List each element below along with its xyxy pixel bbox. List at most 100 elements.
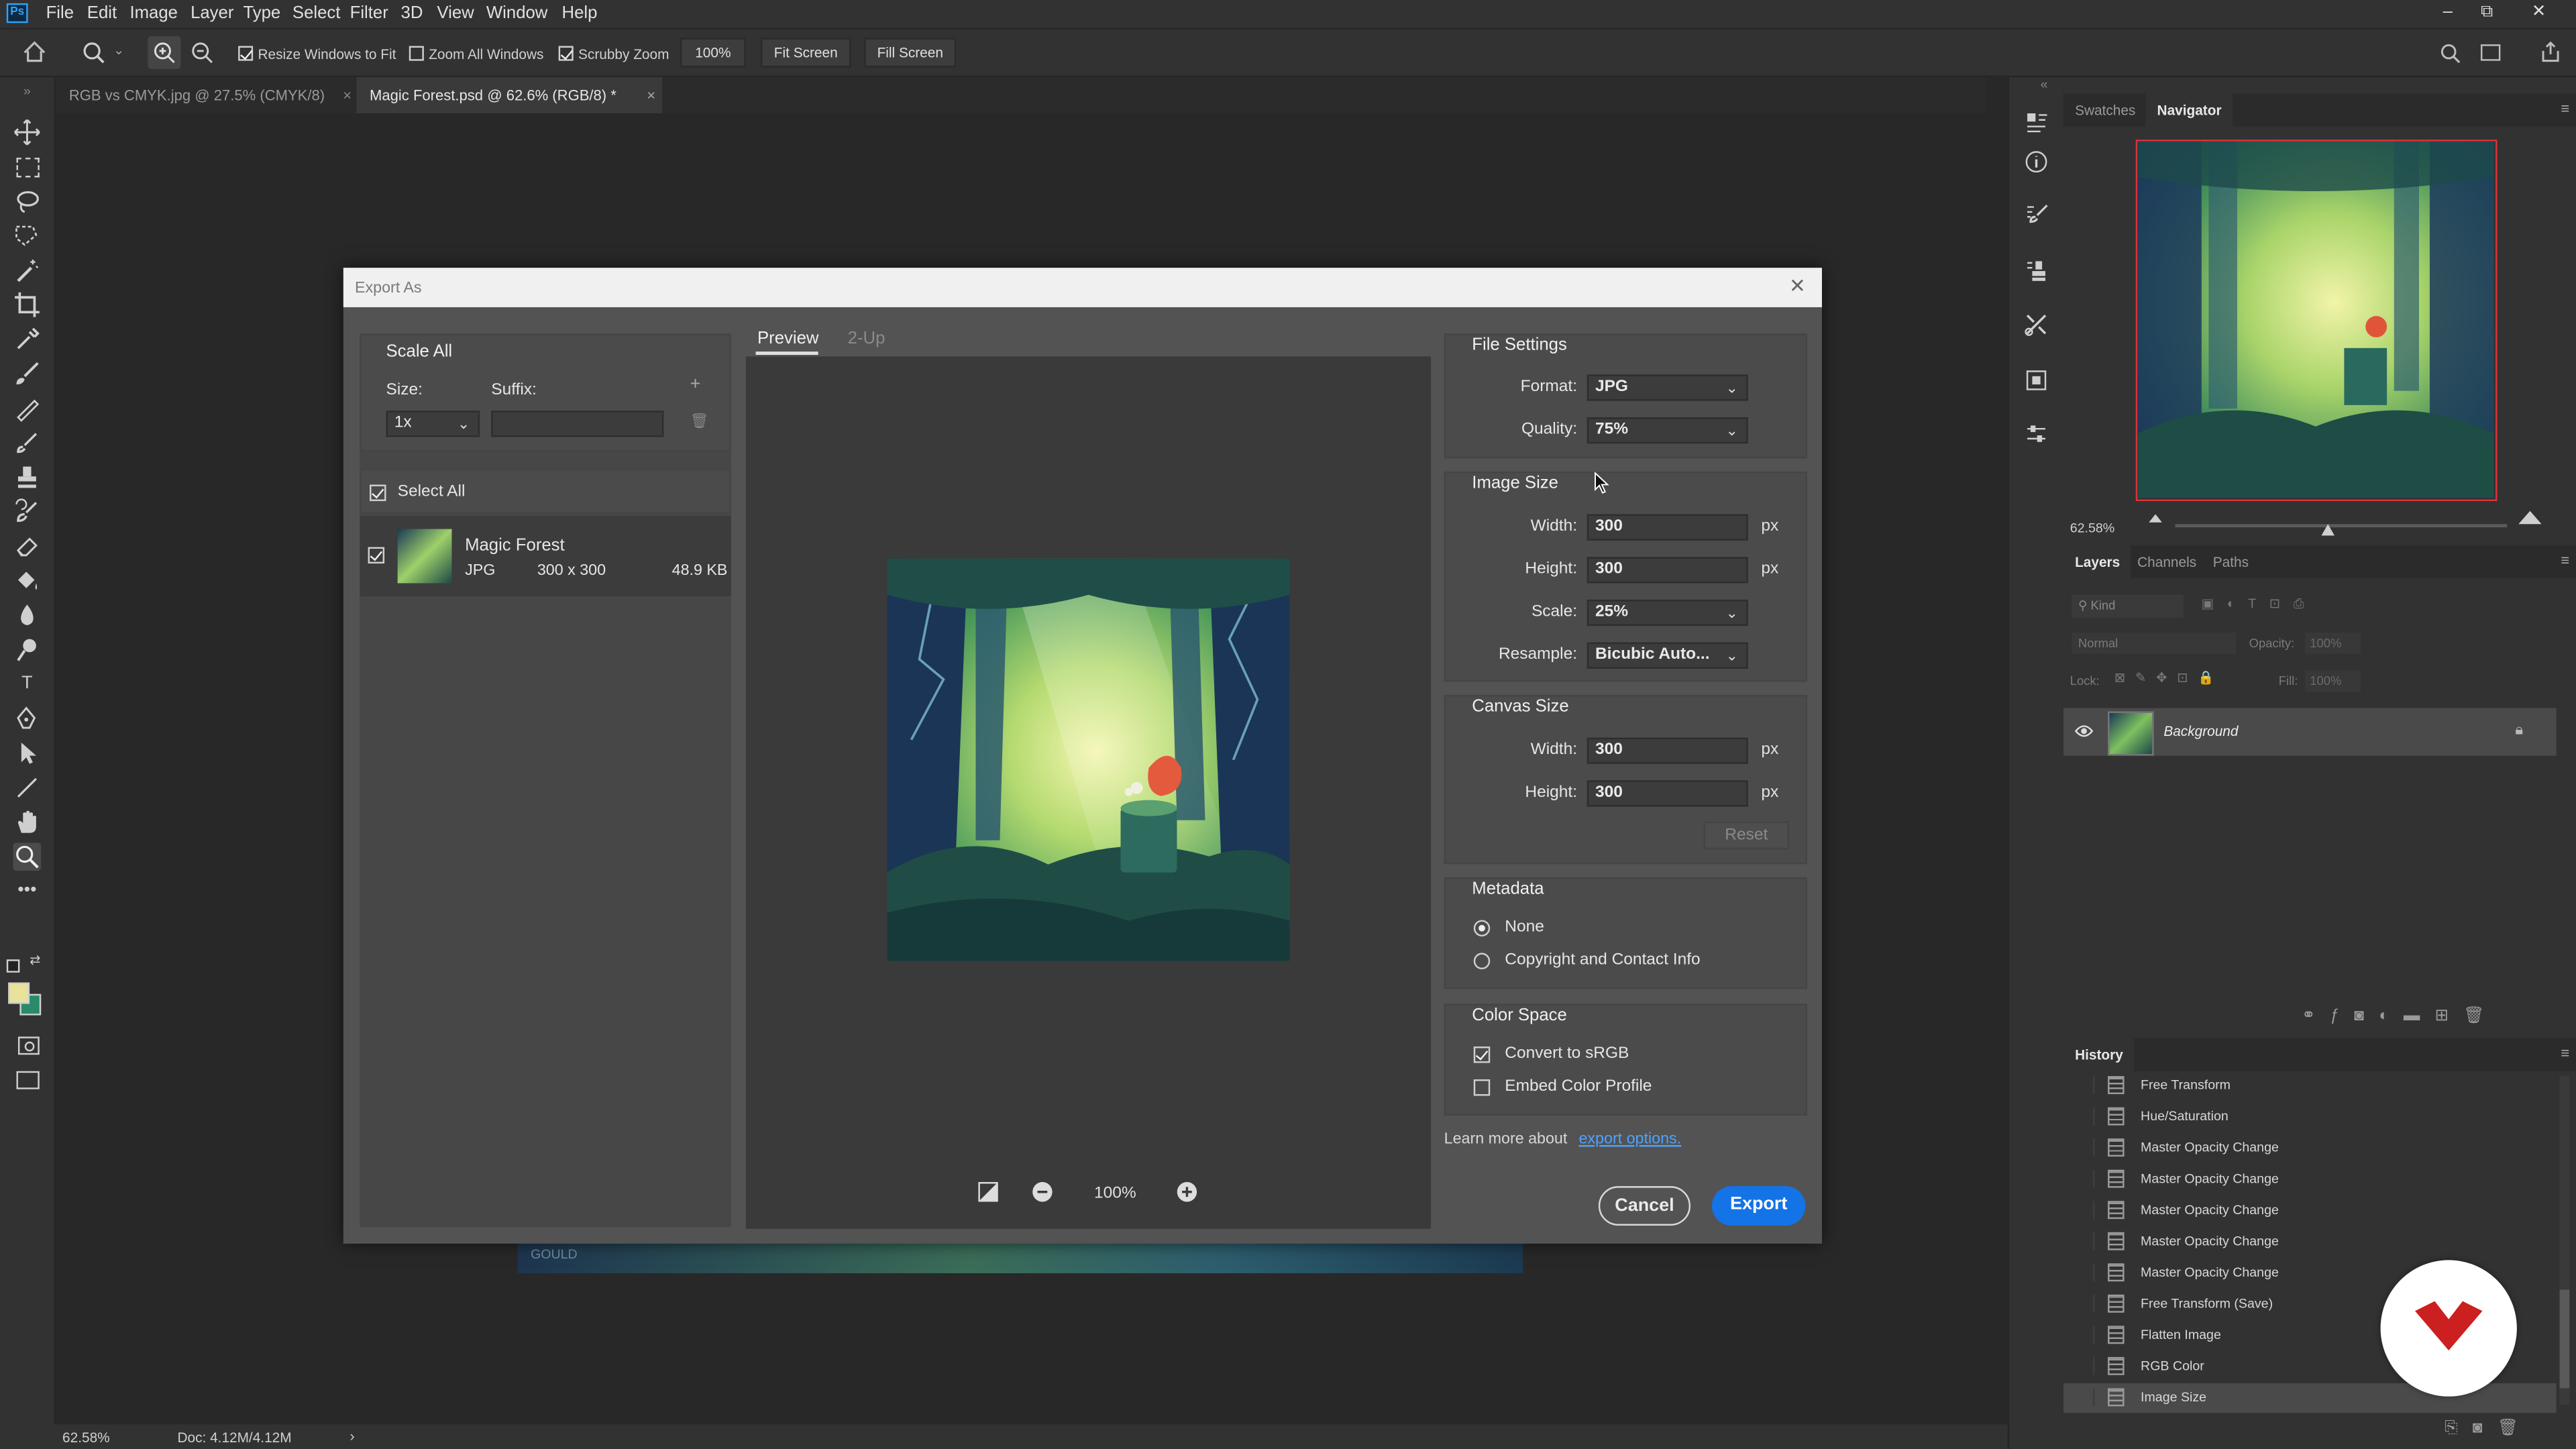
lasso-tool-icon[interactable]	[13, 187, 42, 215]
pen-tool-icon[interactable]	[13, 705, 42, 733]
navigator-thumbnail[interactable]	[2135, 140, 2498, 501]
blur-tool-icon[interactable]	[13, 601, 42, 629]
fit-screen-button[interactable]: Fit Screen	[760, 38, 851, 68]
clone-source-icon[interactable]	[2024, 258, 2049, 282]
dialog-close-button[interactable]: ✕	[1789, 274, 1806, 297]
blend-mode-select[interactable]: Normal	[2072, 632, 2237, 654]
share-icon[interactable]	[2540, 41, 2561, 62]
resize-windows-checkbox[interactable]	[238, 46, 254, 61]
image-width-input[interactable]: 300	[1587, 514, 1748, 541]
tab-swatches[interactable]: Swatches	[2063, 94, 2147, 127]
menu-view[interactable]: View	[437, 3, 474, 23]
lock-icon[interactable]: 🔒︎	[2515, 721, 2523, 739]
clone-stamp-tool-icon[interactable]	[13, 429, 42, 457]
menu-window[interactable]: Window	[486, 3, 547, 23]
marquee-tool-icon[interactable]	[13, 153, 42, 181]
libraries-icon[interactable]	[2024, 368, 2049, 393]
dodge-tool-icon[interactable]	[13, 636, 42, 664]
history-item[interactable]: Master Opacity Change	[2063, 1165, 2557, 1194]
menu-3d[interactable]: 3D	[401, 3, 423, 23]
resample-select[interactable]: Bicubic Auto... ⌄	[1587, 642, 1748, 669]
tab-history[interactable]: History	[2063, 1038, 2135, 1071]
navigator-zoom-value[interactable]: 62.58%	[2070, 521, 2114, 535]
trash-icon[interactable]: 🗑︎	[690, 413, 709, 431]
image-height-input[interactable]: 300	[1587, 557, 1748, 584]
paint-bucket-tool-icon[interactable]	[13, 567, 42, 595]
close-tab-icon[interactable]: ×	[647, 77, 655, 113]
canvas-width-input[interactable]: 300	[1587, 737, 1748, 764]
home-icon[interactable]	[23, 41, 46, 62]
layer-filter-icons[interactable]: ▣◐T⊡⎙	[2202, 596, 2317, 612]
reset-button[interactable]: Reset	[1703, 821, 1789, 850]
default-colors-icon[interactable]	[6, 959, 20, 973]
metadata-copyright-radio[interactable]	[1473, 953, 1491, 969]
quick-mask-icon[interactable]	[13, 1030, 42, 1059]
search-icon[interactable]	[2440, 43, 2461, 64]
layer-name[interactable]: Background	[2163, 723, 2238, 739]
chevron-down-icon[interactable]: ⌄	[113, 43, 124, 58]
close-tab-icon[interactable]: ×	[343, 77, 352, 113]
zoom-100-button[interactable]: 100%	[680, 38, 746, 68]
collapse-panels-icon[interactable]: «	[2041, 77, 2048, 92]
menu-select[interactable]: Select	[292, 3, 340, 23]
asset-row[interactable]: Magic Forest JPG 300 x 300 48.9 KB	[360, 515, 731, 596]
stamp-tool-icon[interactable]	[13, 464, 42, 492]
navigator-zoom-slider[interactable]	[2321, 524, 2335, 536]
lock-icons[interactable]: ⊠✎✥⊡🔒	[2114, 670, 2224, 685]
hand-tool-icon[interactable]	[13, 808, 42, 837]
tool-presets-icon[interactable]	[2024, 312, 2049, 337]
fill-input[interactable]: 100%	[2304, 670, 2361, 692]
tab-2-up[interactable]: 2-Up	[848, 329, 885, 348]
history-item[interactable]: Free Transform	[2063, 1071, 2557, 1101]
scale-select[interactable]: 25% ⌄	[1587, 599, 1748, 627]
eyedropper-tool-icon[interactable]	[13, 325, 42, 354]
restore-button[interactable]: ⧉	[2481, 1, 2493, 23]
workspace-icon[interactable]	[2480, 44, 2501, 61]
zoom-in-icon[interactable]	[148, 36, 181, 69]
navigator-zoom-out-icon[interactable]	[2149, 514, 2162, 523]
more-tools-icon[interactable]: •••	[13, 877, 42, 906]
navigator-zoom-in-icon[interactable]	[2518, 511, 2542, 525]
tab-layers[interactable]: Layers	[2063, 545, 2132, 579]
export-button[interactable]: Export	[1711, 1186, 1806, 1226]
brush-tool-icon[interactable]	[13, 360, 42, 388]
close-window-button[interactable]: ✕	[2532, 1, 2546, 21]
toggle-background-icon[interactable]	[977, 1181, 999, 1203]
magic-wand-tool-icon[interactable]	[13, 256, 42, 284]
tab-channels[interactable]: Channels	[2126, 545, 2208, 578]
zoom-out-icon[interactable]	[186, 36, 219, 69]
tab-rgb-vs-cmyk[interactable]: RGB vs CMYK.jpg @ 27.5% (CMYK/8) ×	[56, 77, 358, 113]
menu-image[interactable]: Image	[129, 3, 177, 23]
adjustments-icon[interactable]	[2024, 422, 2049, 447]
panel-menu-icon[interactable]: ≡	[2561, 100, 2569, 116]
navigator-zoom-track[interactable]	[2175, 524, 2508, 528]
brush-settings-icon[interactable]	[2024, 202, 2049, 227]
properties-icon[interactable]	[2024, 110, 2049, 135]
size-select[interactable]: 1x ⌄	[386, 411, 480, 437]
screen-mode-icon[interactable]	[13, 1065, 42, 1093]
path-selection-tool-icon[interactable]	[13, 739, 42, 767]
history-brush-tool-icon[interactable]	[13, 498, 42, 526]
layer-kind-filter[interactable]: ⚲ Kind	[2072, 594, 2184, 618]
eraser-tool-icon[interactable]	[13, 532, 42, 560]
preview-zoom-value[interactable]: 100%	[1094, 1185, 1136, 1203]
embed-profile-checkbox[interactable]	[1473, 1079, 1491, 1096]
menu-edit[interactable]: Edit	[87, 3, 117, 23]
info-icon[interactable]	[2024, 150, 2049, 174]
menu-filter[interactable]: Filter	[350, 3, 388, 23]
export-options-link[interactable]: export options.	[1578, 1130, 1681, 1148]
foreground-color-swatch[interactable]	[8, 982, 30, 1004]
history-item[interactable]: Master Opacity Change	[2063, 1134, 2557, 1163]
metadata-none-radio[interactable]	[1473, 920, 1491, 936]
convert-srgb-checkbox[interactable]	[1473, 1046, 1491, 1063]
history-item[interactable]: Master Opacity Change	[2063, 1227, 2557, 1256]
quality-select[interactable]: 75% ⌄	[1587, 417, 1748, 444]
menu-type[interactable]: Type	[243, 3, 280, 23]
canvas-height-input[interactable]: 300	[1587, 780, 1748, 807]
line-tool-icon[interactable]	[13, 773, 42, 802]
scrubby-zoom-checkbox[interactable]	[558, 46, 574, 61]
tab-paths[interactable]: Paths	[2202, 545, 2261, 578]
preview-area[interactable]: 100%	[745, 356, 1432, 1229]
zoom-out-circle-icon[interactable]	[1032, 1181, 1053, 1203]
menu-layer[interactable]: Layer	[191, 3, 233, 23]
